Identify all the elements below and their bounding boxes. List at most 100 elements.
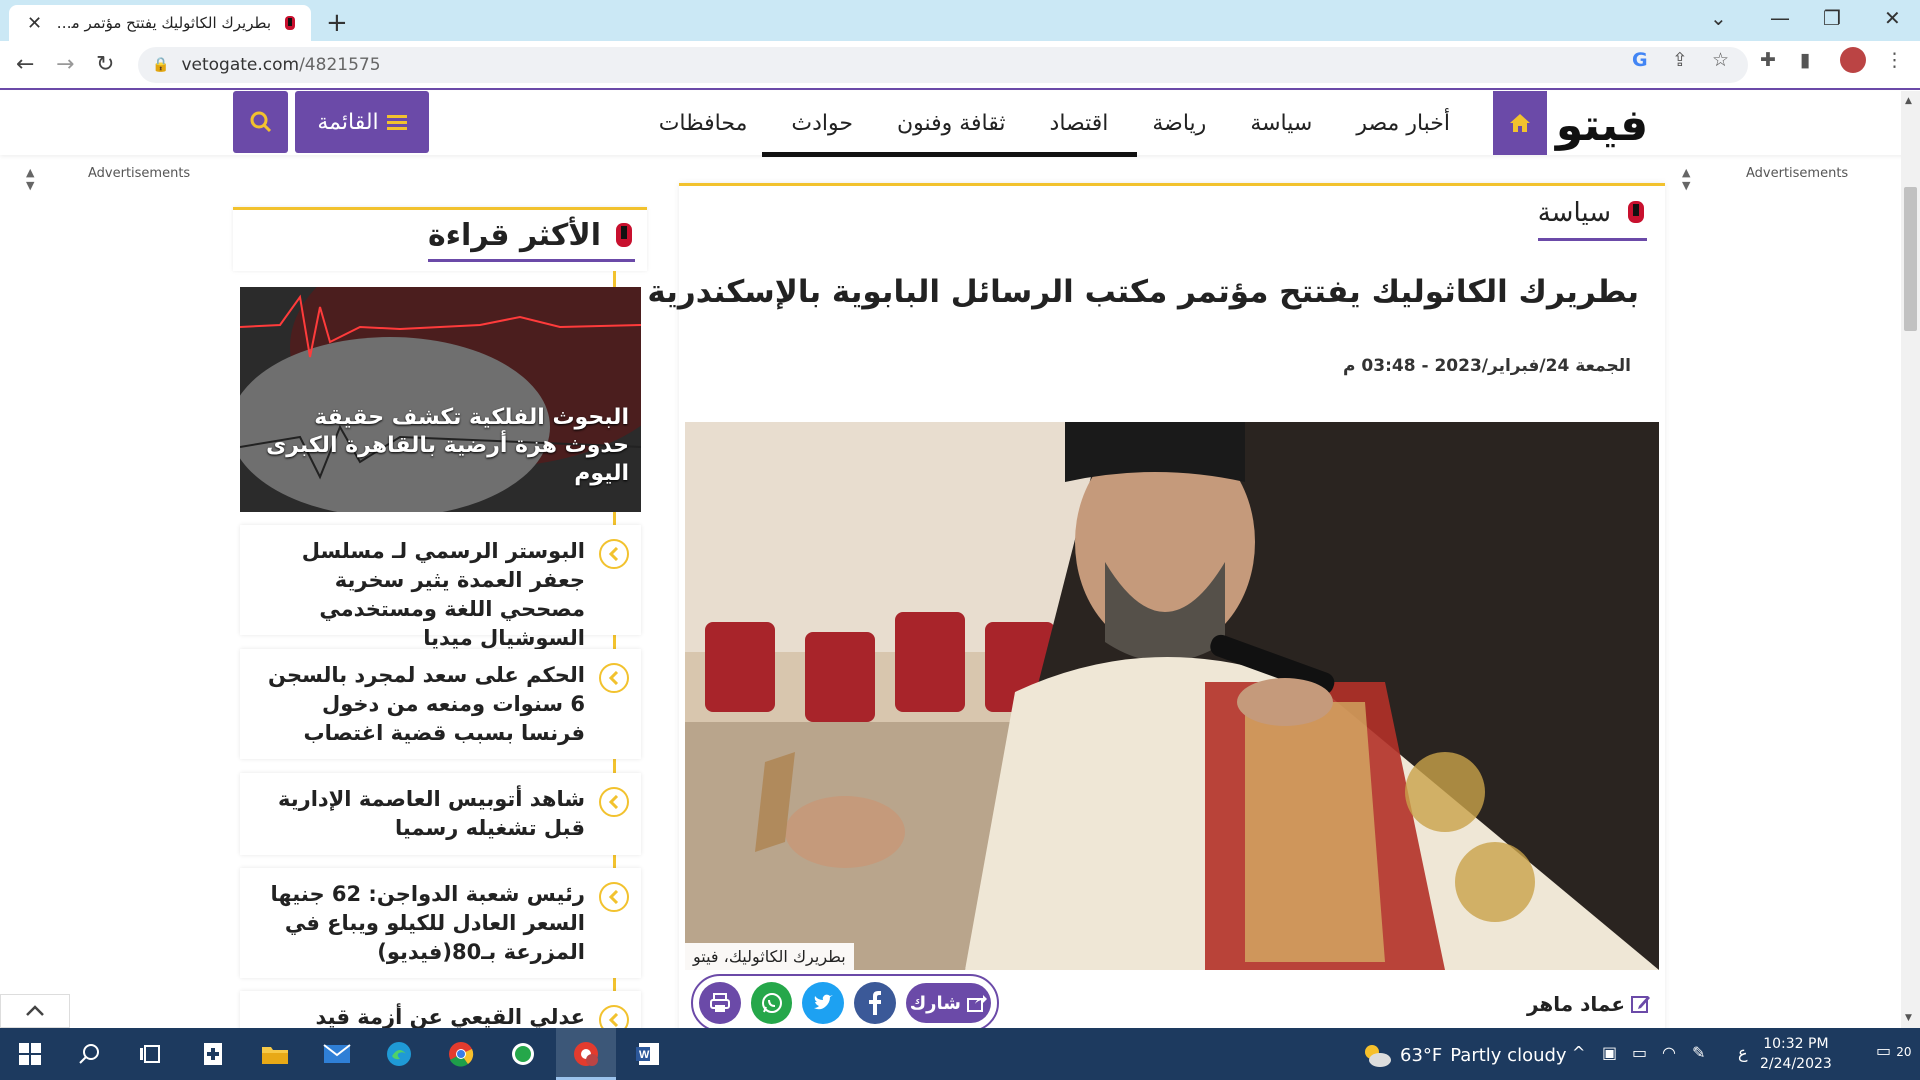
home-icon [1510, 114, 1530, 132]
notification-icon: ▭ [1876, 1041, 1892, 1060]
bookmark-star-icon[interactable]: ☆ [1712, 49, 1729, 71]
print-button[interactable] [699, 982, 741, 1024]
notification-center[interactable]: ▭ 20 [1876, 1041, 1912, 1060]
windows-start-icon[interactable] [14, 1038, 46, 1070]
scrollbar-thumb[interactable] [1904, 187, 1917, 331]
home-button[interactable] [1493, 91, 1547, 155]
share-page-icon[interactable]: ⇪ [1672, 49, 1688, 71]
tray-overflow-icon[interactable]: ^ [1572, 1043, 1585, 1062]
notes-app-icon[interactable] [197, 1038, 229, 1070]
facebook-share-button[interactable] [854, 982, 896, 1024]
tab-title: بطريرك الكاثوليك يفتتح مؤتمر مكتب [52, 14, 271, 32]
page-scrollbar[interactable]: ▲ ▼ [1901, 91, 1920, 1028]
photo-caption: بطريرك الكاثوليك، فيتو [685, 943, 854, 970]
weather-text: Partly cloudy [1450, 1044, 1567, 1066]
system-clock[interactable]: 10:32 PM 2/24/2023 [1760, 1034, 1832, 1074]
article-category[interactable]: سياسة [1537, 198, 1647, 241]
menu-item-economy[interactable]: اقتصاد [1028, 91, 1131, 155]
google-translate-icon[interactable]: G [1632, 49, 1648, 71]
side-panel-icon[interactable]: ▮ [1800, 49, 1810, 71]
list-item-title: رئيس شعبة الدواجن: 62 جنيها السعر العادل… [270, 882, 585, 964]
close-window-icon[interactable]: ✕ [1884, 6, 1901, 30]
chevron-up-icon [26, 1005, 44, 1016]
search-icon [250, 111, 271, 133]
menu-button[interactable]: القائمة [295, 91, 429, 153]
pen-icon[interactable]: ✎ [1692, 1043, 1705, 1062]
chrome-profile-icon[interactable] [570, 1038, 602, 1070]
url-domain: vetogate.com [181, 55, 300, 75]
back-to-top-button[interactable] [0, 994, 70, 1028]
minimize-icon[interactable]: — [1770, 6, 1790, 30]
ad-collapse-icon[interactable]: ▲ ▼ [26, 166, 34, 192]
windows-taskbar: W 63°F Partly cloudy ^ ▣ ▭ ◠ ✎ ع 10:32 P… [0, 1028, 1920, 1080]
whatsapp-icon[interactable] [507, 1038, 539, 1070]
share-button[interactable]: شارك [905, 983, 992, 1023]
article-headline: بطريرك الكاثوليك يفتتح مؤتمر مكتب الرسائ… [647, 274, 1639, 310]
scroll-up-icon[interactable]: ▲ [1905, 96, 1912, 106]
ad-collapse-icon[interactable]: ▲ ▼ [1682, 166, 1690, 192]
menu-underline [762, 152, 1137, 157]
input-language[interactable]: ع [1738, 1043, 1748, 1062]
most-read-title-text: الأكثر قراءة [427, 218, 601, 253]
address-bar[interactable]: 🔒 vetogate.com/4821575 [138, 47, 1748, 83]
article-author[interactable]: عماد ماهر [1527, 992, 1651, 1016]
menu-item-politics[interactable]: سياسة [1228, 91, 1334, 155]
back-icon[interactable]: ← [16, 52, 34, 77]
twitter-share-button[interactable] [802, 982, 845, 1024]
extensions-icon[interactable]: ✚ [1760, 49, 1776, 71]
menu-item-egypt-news[interactable]: أخبار مصر [1334, 91, 1472, 155]
menu-item-culture-arts[interactable]: ثقافة وفنون [875, 91, 1028, 155]
category-label: سياسة [1537, 198, 1611, 228]
list-item[interactable]: الحكم على سعد لمجرد بالسجن 6 سنوات ومنعه… [240, 649, 641, 759]
featured-story[interactable]: البحوث الفلكية تكشف حقيقة حدوث هزة أرضية… [240, 287, 641, 512]
task-view-icon[interactable] [134, 1038, 166, 1070]
chevron-left-icon [599, 539, 629, 569]
clock-time: 10:32 PM [1763, 1036, 1829, 1052]
tab-search-icon[interactable]: ⌄ [1710, 6, 1727, 30]
battery-icon[interactable]: ▭ [1632, 1043, 1647, 1062]
list-item[interactable]: البوستر الرسمي لـ مسلسل جعفر العمدة يثير… [240, 525, 641, 650]
search-button[interactable] [233, 91, 288, 153]
wifi-icon[interactable]: ◠ [1662, 1043, 1676, 1062]
new-tab-icon[interactable]: + [326, 8, 348, 38]
weather-widget[interactable]: 63°F Partly cloudy [1360, 1042, 1567, 1068]
photo-illustration [685, 422, 1659, 970]
clock-date: 2/24/2023 [1760, 1056, 1832, 1072]
ads-label-right: Advertisements [1746, 166, 1849, 181]
most-read-sidebar: الأكثر قراءة البحوث الفلكية تكشف حقيقة ح… [233, 207, 647, 1061]
device-icon[interactable]: ▣ [1602, 1043, 1617, 1062]
menu-item-governorates[interactable]: محافظات [637, 91, 770, 155]
chevron-left-icon [599, 882, 629, 912]
hamburger-icon [386, 115, 407, 130]
profile-avatar[interactable] [1840, 47, 1866, 73]
featured-story-title: البحوث الفلكية تكشف حقيقة حدوث هزة أرضية… [266, 405, 629, 486]
main-menu: أخبار مصر سياسة رياضة اقتصاد ثقافة وفنون… [637, 91, 1472, 155]
brand-mic-icon [1628, 201, 1644, 223]
whatsapp-share-button[interactable] [750, 982, 793, 1024]
mail-icon[interactable] [321, 1038, 353, 1070]
list-item[interactable]: رئيس شعبة الدواجن: 62 جنيها السعر العادل… [240, 868, 641, 978]
close-tab-icon[interactable]: ✕ [27, 13, 42, 34]
print-icon [709, 993, 730, 1012]
file-explorer-icon[interactable] [259, 1038, 291, 1070]
restore-icon[interactable]: ❐ [1823, 6, 1841, 30]
edge-icon[interactable] [383, 1038, 415, 1070]
menu-item-incidents[interactable]: حوادث [769, 91, 875, 155]
search-icon[interactable] [74, 1038, 106, 1070]
share-bar: شارك [691, 974, 999, 1032]
twitter-icon [814, 994, 834, 1010]
site-logo[interactable]: فيتو [1548, 95, 1656, 155]
url-path: /4821575 [299, 55, 381, 75]
reload-icon[interactable]: ↻ [96, 52, 114, 77]
whatsapp-icon [761, 993, 782, 1013]
word-icon[interactable]: W [632, 1038, 664, 1070]
browser-menu-icon[interactable]: ⋮ [1885, 49, 1904, 71]
forward-icon[interactable]: → [56, 52, 74, 77]
chevron-left-icon [599, 663, 629, 693]
chrome-icon[interactable] [445, 1038, 477, 1070]
menu-item-sports[interactable]: رياضة [1130, 91, 1228, 155]
list-item-title: الحكم على سعد لمجرد بالسجن 6 سنوات ومنعه… [268, 663, 585, 745]
scroll-down-icon[interactable]: ▼ [1905, 1013, 1912, 1023]
list-item[interactable]: شاهد أتوبيس العاصمة الإدارية قبل تشغيله … [240, 773, 641, 855]
browser-tab[interactable]: بطريرك الكاثوليك يفتتح مؤتمر مكتب ✕ [9, 5, 311, 41]
